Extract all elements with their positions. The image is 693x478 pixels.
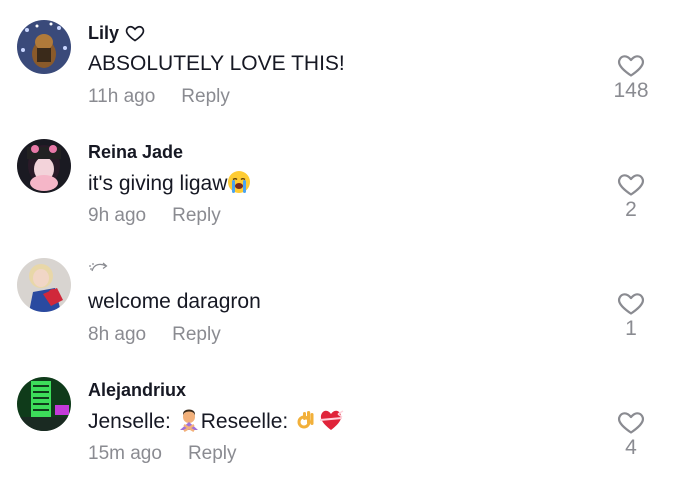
comment-item: welcome daragron 8h ago Reply 1 [0, 238, 693, 357]
avatar[interactable] [17, 377, 71, 431]
loudly-crying-face-icon [228, 171, 251, 193]
heart-icon[interactable] [617, 290, 645, 316]
sparkle-arrow-icon[interactable] [88, 260, 110, 274]
heart-icon[interactable] [617, 52, 645, 78]
reply-button[interactable]: Reply [172, 204, 221, 228]
like-control[interactable]: 1 [606, 290, 656, 341]
reply-button[interactable]: Reply [172, 323, 221, 347]
username-text[interactable]: Lily [88, 22, 119, 44]
like-count: 1 [625, 317, 637, 340]
comment-text-part: Reseelle: [200, 410, 295, 433]
comment-text: welcome daragron [88, 290, 261, 313]
username[interactable]: Lily [88, 22, 145, 44]
comment-item: Alejandriux Jenselle: Reseelle: 15m ago … [0, 357, 693, 476]
heart-icon[interactable] [617, 171, 645, 197]
reply-button[interactable]: Reply [181, 85, 230, 109]
username[interactable]: Alejandriux [88, 379, 186, 401]
comment-text-part: Jenselle: [88, 410, 177, 433]
ok-hand-icon [297, 411, 314, 429]
like-control[interactable]: 4 [606, 409, 656, 460]
avatar[interactable] [17, 20, 71, 74]
comment-text: Jenselle: Reseelle: [88, 408, 344, 435]
comment-time: 9h ago [88, 205, 147, 226]
avatar[interactable] [17, 139, 71, 193]
heart-icon[interactable] [617, 409, 645, 435]
person-gesturing-no-icon [179, 409, 198, 432]
like-count: 2 [625, 198, 637, 221]
comment-time: 15m ago [88, 443, 162, 464]
heart-with-ribbon-icon [320, 410, 344, 430]
username[interactable]: Reina Jade [88, 141, 183, 163]
like-control[interactable]: 148 [606, 52, 656, 103]
like-count: 148 [613, 79, 649, 102]
comment-time: 11h ago [88, 86, 156, 107]
comment-text-content: it's giving ligaw [88, 172, 228, 195]
comment-item: Lily ABSOLUTELY LOVE THIS! 11h ago Reply… [0, 0, 693, 119]
username-text[interactable]: Reina Jade [88, 141, 183, 163]
comment-time: 8h ago [88, 324, 147, 345]
comment-item: Reina Jade it's giving ligaw 9h ago Repl… [0, 119, 693, 238]
username[interactable] [88, 260, 116, 274]
username-text[interactable]: Alejandriux [88, 379, 186, 401]
comment-text: it's giving ligaw [88, 170, 251, 197]
reply-button[interactable]: Reply [188, 442, 237, 466]
comment-text: ABSOLUTELY LOVE THIS! [88, 52, 345, 75]
heart-badge-icon [125, 25, 145, 42]
like-count: 4 [625, 436, 637, 459]
like-control[interactable]: 2 [606, 171, 656, 222]
avatar[interactable] [17, 258, 71, 312]
